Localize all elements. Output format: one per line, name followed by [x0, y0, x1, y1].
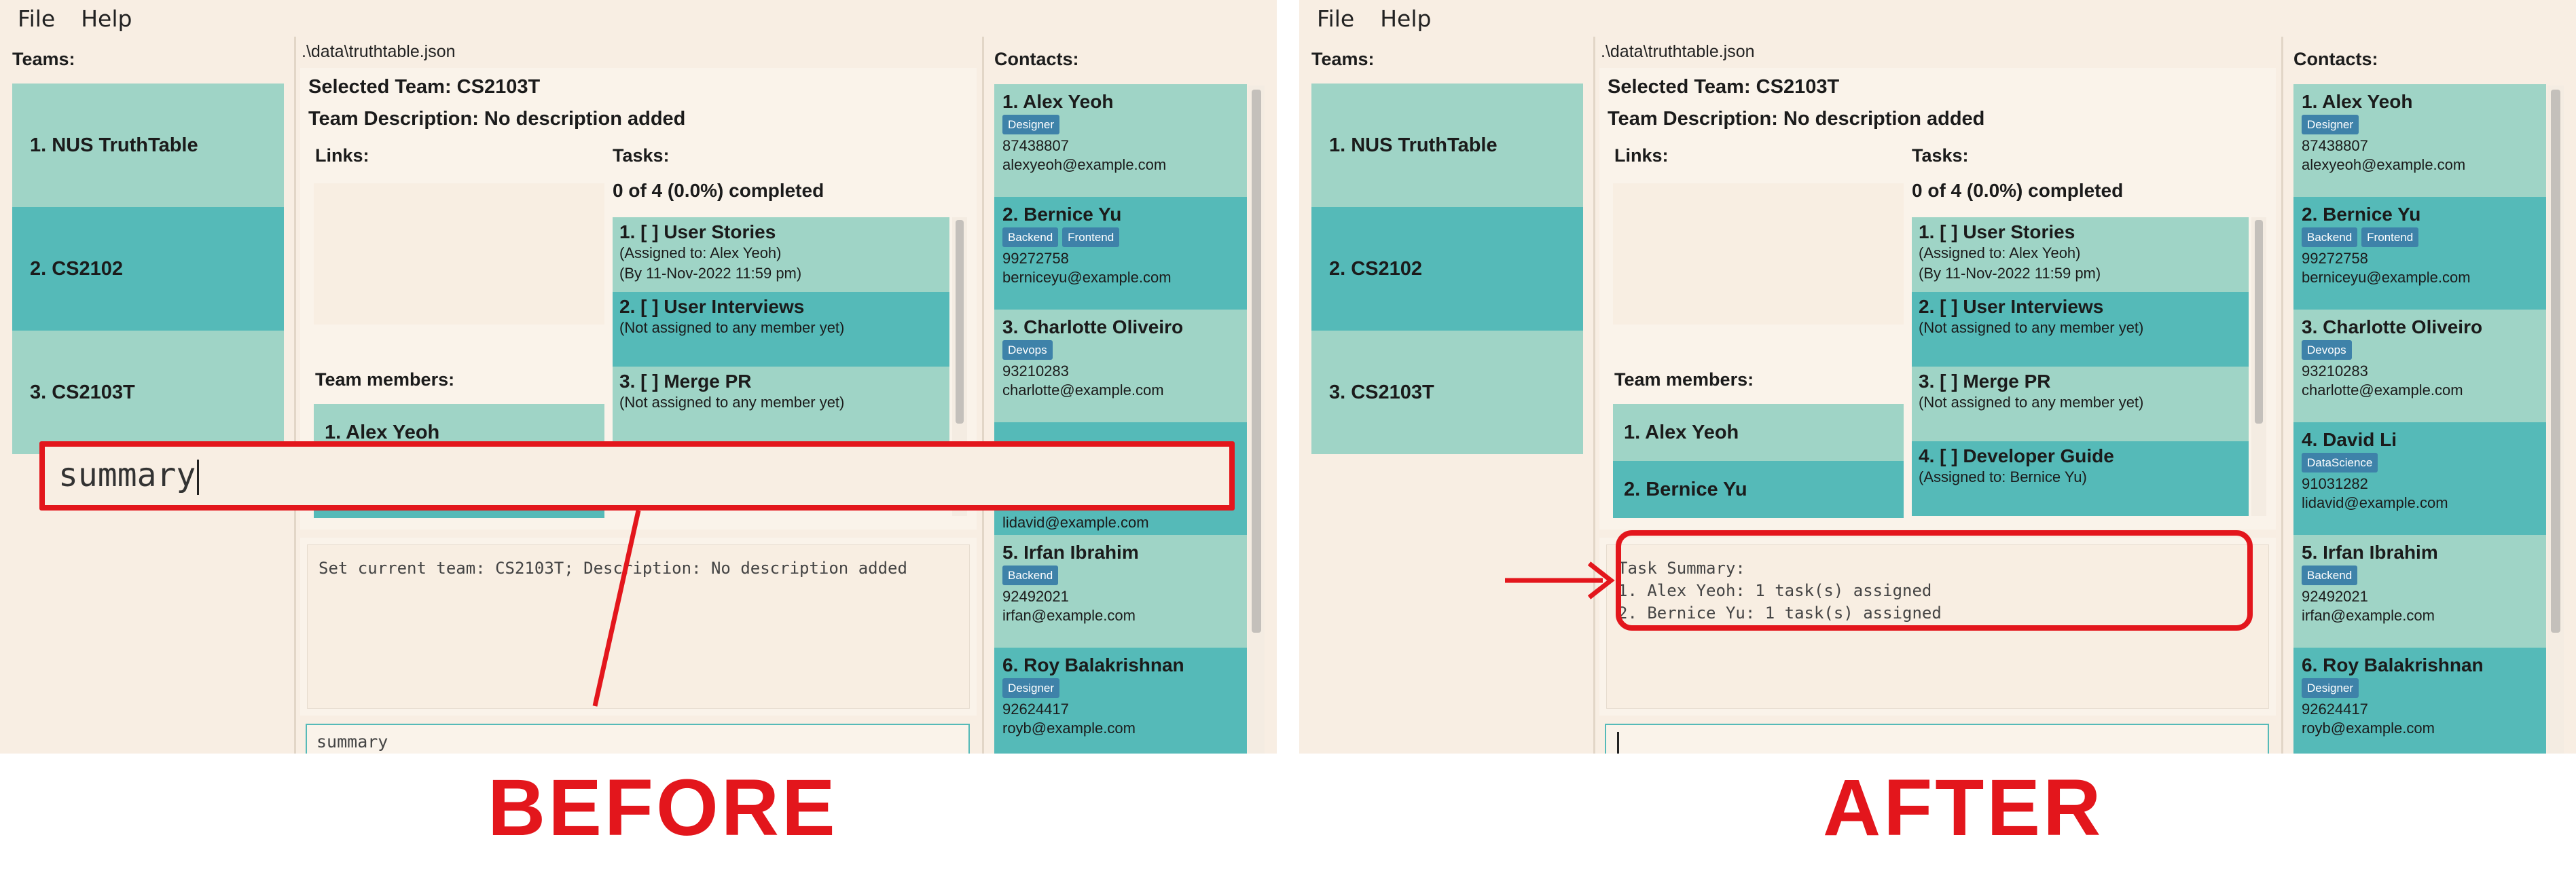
- task-title: 3. [ ] Merge PR: [1919, 371, 2051, 392]
- links-label: Links:: [1614, 145, 1669, 166]
- task-list[interactable]: 1. [ ] User Stories (Assigned to: Alex Y…: [1912, 217, 2249, 516]
- contact-tag: Backend: [2302, 227, 2358, 247]
- task-assignee: (Not assigned to any member yet): [1919, 319, 2144, 336]
- file-menu[interactable]: File: [1317, 5, 1354, 32]
- task-assignee: (Not assigned to any member yet): [1919, 394, 2144, 411]
- team-card[interactable]: 2. CS2102: [1311, 207, 1583, 331]
- contact-name: 1. Alex Yeoh: [2302, 91, 2413, 112]
- result-highlight: [1616, 530, 2253, 631]
- team-description: Team Description: No description added: [1608, 108, 1985, 130]
- task-assignee: (Assigned to: Alex Yeoh): [1919, 244, 2081, 261]
- contacts-panel: Contacts: 1. Alex Yeoh Designer 87438807…: [2281, 37, 2576, 754]
- contact-phone: 92492021: [2302, 588, 2368, 605]
- contact-tag: Designer: [2302, 678, 2359, 698]
- connector-line: [592, 510, 641, 707]
- command-input[interactable]: [1605, 724, 2269, 754]
- task-scrollbar-thumb[interactable]: [2255, 220, 2263, 424]
- teams-panel: Teams: 1. NUS TruthTable 2. CS2102 3. CS…: [1299, 37, 1594, 754]
- contact-email: charlotte@example.com: [2302, 382, 2463, 399]
- contacts-scrollbar[interactable]: [2547, 86, 2564, 754]
- after-label: AFTER: [1823, 763, 2104, 853]
- contact-tag: Devops: [2302, 340, 2352, 360]
- member-item[interactable]: 2. Bernice Yu: [1613, 461, 1904, 518]
- task-item[interactable]: 1. [ ] User Stories (Assigned to: Alex Y…: [1912, 217, 2249, 292]
- task-item[interactable]: 2. [ ] User Interviews (Not assigned to …: [1912, 292, 2249, 367]
- contact-card[interactable]: 5. Irfan Ibrahim Backend 92492021 irfan@…: [2293, 535, 2546, 648]
- contacts-heading: Contacts:: [2293, 49, 2378, 69]
- team-members-label: Team members:: [1614, 369, 1754, 390]
- contact-name: 6. Roy Balakrishnan: [2302, 654, 2484, 675]
- before-after-comparison: File Help Teams: 1. NUS TruthTable 2. CS…: [0, 0, 2576, 871]
- task-item[interactable]: 4. [ ] Developer Guide (Assigned to: Ber…: [1912, 441, 2249, 516]
- task-title: 2. [ ] User Interviews: [1919, 296, 2104, 317]
- tasks-label: Tasks:: [1912, 145, 1969, 166]
- contact-card[interactable]: 6. Roy Balakrishnan Designer 92624417 ro…: [2293, 648, 2546, 754]
- contact-email: lidavid@example.com: [2302, 494, 2448, 511]
- contact-name: 2. Bernice Yu: [2302, 204, 2421, 225]
- contact-tag: DataScience: [2302, 453, 2378, 472]
- links-list: [1613, 183, 1904, 325]
- teams-heading: Teams:: [1311, 49, 1375, 69]
- right-arrow-icon: [1505, 561, 1615, 599]
- selected-team-title: Selected Team: CS2103T: [1608, 76, 1840, 98]
- contact-email: irfan@example.com: [2302, 607, 2435, 624]
- file-path: .\data\truthtable.json: [1601, 42, 1755, 61]
- contact-phone: 99272758: [2302, 250, 2368, 267]
- main-panel: .\data\truthtable.json Selected Team: CS…: [1594, 37, 2281, 754]
- task-deadline: (By 11-Nov-2022 11:59 pm): [1919, 265, 2101, 282]
- task-scrollbar[interactable]: [2251, 217, 2266, 516]
- contact-email: royb@example.com: [2302, 720, 2435, 737]
- contact-email: berniceyu@example.com: [2302, 269, 2471, 286]
- task-assignee: (Assigned to: Bernice Yu): [1919, 468, 2087, 485]
- contact-tag: Frontend: [2361, 227, 2419, 247]
- task-title: 1. [ ] User Stories: [1919, 221, 2075, 242]
- member-item[interactable]: 1. Alex Yeoh: [1613, 404, 1904, 461]
- task-title: 4. [ ] Developer Guide: [1919, 445, 2114, 466]
- contacts-scrollbar-thumb[interactable]: [2551, 90, 2560, 633]
- contact-card[interactable]: 3. Charlotte Oliveiro Devops 93210283 ch…: [2293, 310, 2546, 422]
- team-card[interactable]: 3. CS2103T: [1311, 331, 1583, 454]
- connector-line-path: [592, 510, 641, 707]
- contact-name: 4. David Li: [2302, 429, 2397, 450]
- contact-tag: Backend: [2302, 566, 2358, 585]
- contact-name: 3. Charlotte Oliveiro: [2302, 316, 2483, 337]
- before-label: BEFORE: [488, 763, 838, 853]
- contact-tag: Designer: [2302, 115, 2359, 134]
- tasks-progress: 0 of 4 (0.0%) completed: [1912, 180, 2124, 201]
- text-cursor: [1617, 732, 1619, 754]
- contact-name: 5. Irfan Ibrahim: [2302, 542, 2438, 563]
- team-card[interactable]: 1. NUS TruthTable: [1311, 84, 1583, 207]
- contact-phone: 92624417: [2302, 701, 2368, 718]
- contact-phone: 87438807: [2302, 137, 2368, 154]
- help-menu[interactable]: Help: [1380, 5, 1431, 32]
- contact-phone: 91031282: [2302, 475, 2368, 492]
- team-details: Selected Team: CS2103T Team Description:…: [1599, 68, 2276, 530]
- contact-phone: 93210283: [2302, 363, 2368, 379]
- task-item[interactable]: 3. [ ] Merge PR (Not assigned to any mem…: [1912, 367, 2249, 441]
- menu-bar: File Help: [1299, 0, 2576, 37]
- contact-card[interactable]: 1. Alex Yeoh Designer 87438807 alexyeoh@…: [2293, 84, 2546, 197]
- contact-card[interactable]: 2. Bernice Yu Backend Frontend 99272758 b…: [2293, 197, 2546, 310]
- contact-email: alexyeoh@example.com: [2302, 156, 2466, 173]
- after-app-window: File Help Teams: 1. NUS TruthTable 2. CS…: [1299, 0, 2576, 754]
- contact-card[interactable]: 4. David Li DataScience 91031282 lidavid…: [2293, 422, 2546, 535]
